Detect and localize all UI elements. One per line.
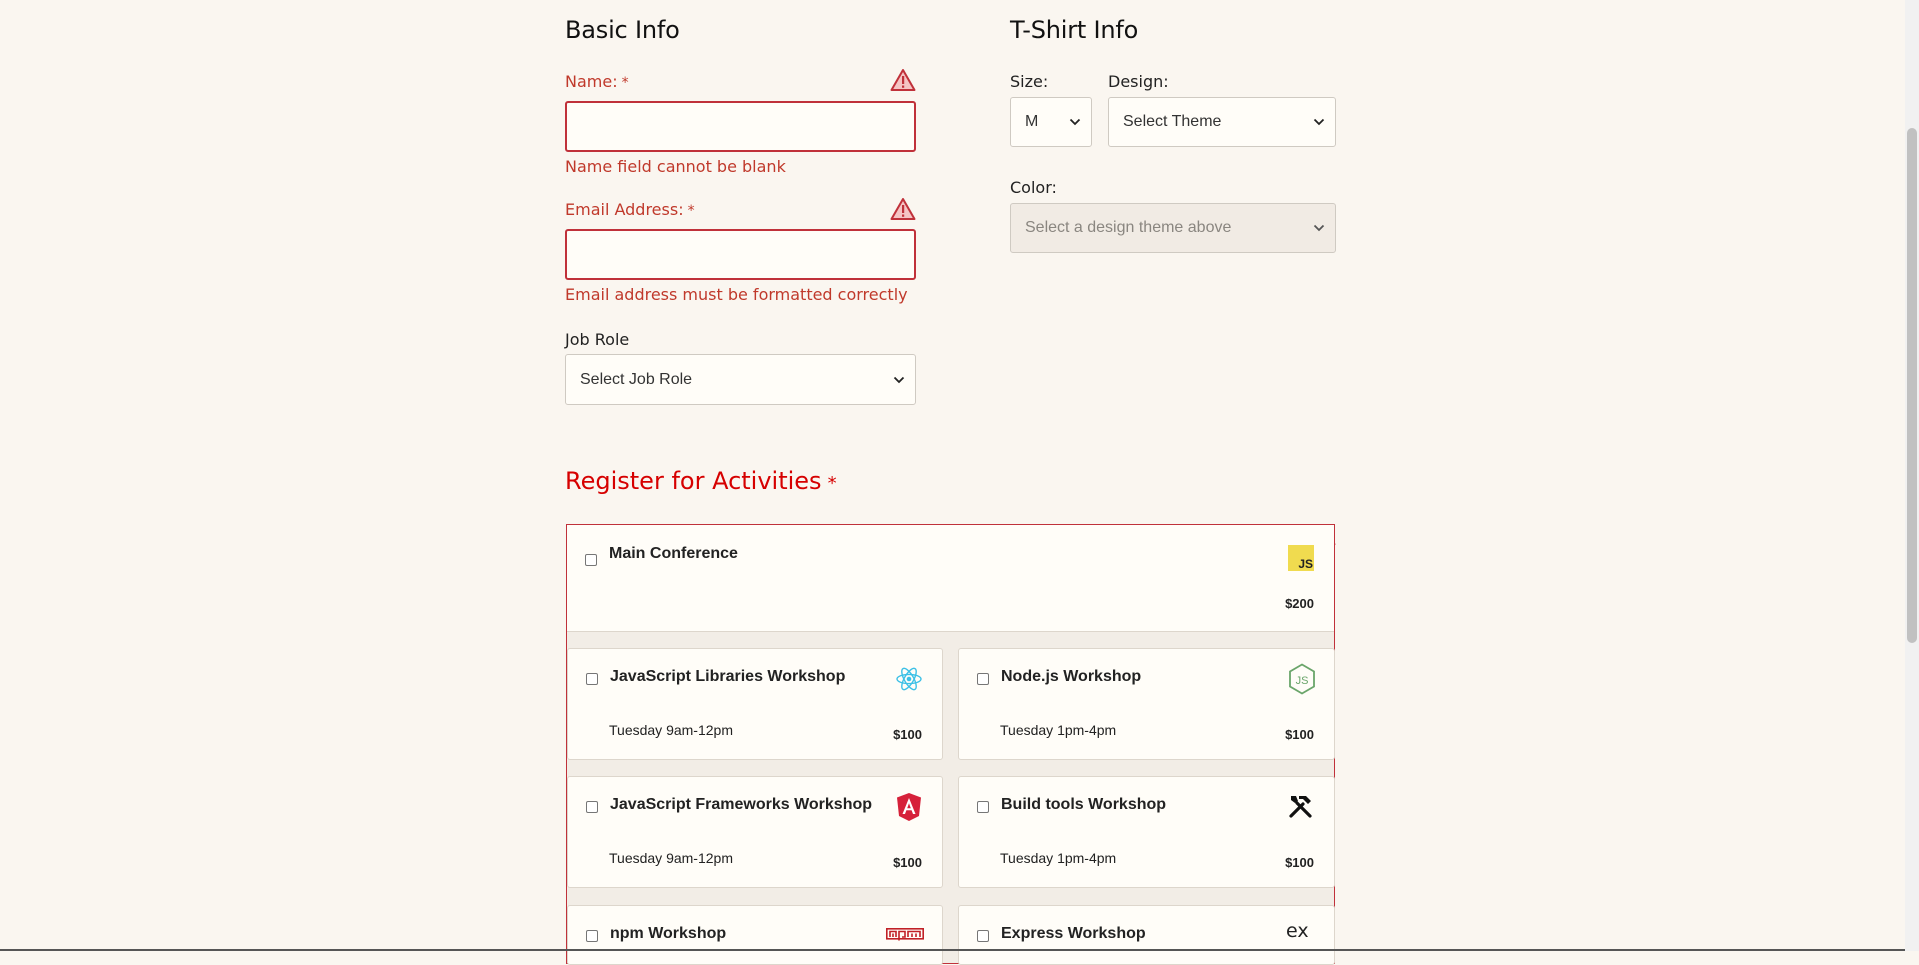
name-input[interactable]	[565, 101, 916, 152]
chevron-down-icon	[1313, 118, 1325, 126]
activity-checkbox[interactable]	[977, 673, 989, 685]
activity-card-js-frameworks[interactable]: JavaScript Frameworks Workshop Tuesday 9…	[567, 776, 943, 888]
scrollbar-thumb[interactable]	[1907, 128, 1917, 643]
svg-text:ex: ex	[1286, 920, 1309, 942]
color-selected-value: Select a design theme above	[1025, 219, 1232, 236]
activity-name: Build tools Workshop	[1001, 796, 1167, 813]
activity-name: npm Workshop	[610, 925, 727, 942]
activity-checkbox[interactable]	[977, 930, 989, 942]
name-error-message: Name field cannot be blank	[565, 157, 786, 176]
activity-card-express[interactable]: Express Workshop ex	[958, 905, 1335, 965]
react-icon	[896, 667, 922, 691]
activity-name: JavaScript Frameworks Workshop	[610, 796, 873, 813]
activity-name: Express Workshop	[1001, 925, 1146, 942]
email-warning-icon	[890, 198, 916, 220]
activity-checkbox[interactable]	[977, 801, 989, 813]
email-error-message: Email address must be formatted correctl…	[565, 285, 908, 304]
npm-icon	[886, 928, 924, 941]
chevron-down-icon	[1069, 118, 1081, 126]
build-tools-icon	[1289, 796, 1312, 818]
activity-card-build-tools[interactable]: Build tools Workshop Tuesday 1pm-4pm $10…	[958, 776, 1335, 888]
color-label: Color:	[1010, 178, 1057, 197]
activity-name: Main Conference	[609, 545, 738, 562]
activity-cost: $100	[893, 727, 922, 742]
tshirt-info-heading: T-Shirt Info	[1010, 16, 1139, 44]
activity-name: JavaScript Libraries Workshop	[610, 668, 846, 685]
design-label: Design:	[1108, 72, 1169, 91]
color-select[interactable]: Select a design theme above	[1010, 203, 1336, 253]
activity-cost: $100	[1285, 855, 1314, 870]
activity-card-main-conference[interactable]: Main Conference $200 JS	[567, 525, 1334, 632]
express-icon: ex	[1286, 920, 1309, 942]
nodejs-icon: JS	[1289, 663, 1315, 695]
svg-text:JS: JS	[1296, 675, 1309, 687]
activity-time: Tuesday 9am-12pm	[609, 850, 733, 866]
job-role-select[interactable]: Select Job Role	[565, 354, 916, 405]
activity-time: Tuesday 9am-12pm	[609, 722, 733, 738]
activity-checkbox[interactable]	[586, 801, 598, 813]
svg-text:JS: JS	[1298, 557, 1313, 571]
design-selected-value: Select Theme	[1123, 113, 1222, 130]
size-label: Size:	[1010, 72, 1049, 91]
activity-time: Tuesday 1pm-4pm	[1000, 722, 1117, 738]
page-scrollbar[interactable]	[1905, 0, 1919, 951]
design-select[interactable]: Select Theme	[1108, 97, 1336, 147]
activity-checkbox[interactable]	[586, 673, 598, 685]
activity-cost: $100	[1285, 727, 1314, 742]
email-label: Email Address: *	[565, 200, 695, 219]
size-selected-value: M	[1025, 113, 1039, 130]
email-input[interactable]	[565, 229, 916, 280]
chevron-down-icon	[1313, 224, 1325, 232]
activity-card-js-libraries[interactable]: JavaScript Libraries Workshop Tuesday 9a…	[567, 648, 943, 760]
basic-info-heading: Basic Info	[565, 16, 680, 44]
activity-card-nodejs[interactable]: Node.js Workshop Tuesday 1pm-4pm $100 JS	[958, 648, 1335, 760]
activity-name: Node.js Workshop	[1001, 668, 1142, 685]
job-role-selected-value: Select Job Role	[580, 370, 693, 388]
angular-icon	[897, 793, 921, 821]
chevron-down-icon	[893, 376, 905, 383]
activity-checkbox[interactable]	[585, 554, 597, 566]
name-label: Name: *	[565, 72, 629, 91]
size-select[interactable]: M	[1010, 97, 1092, 147]
job-role-label: Job Role	[565, 330, 630, 349]
javascript-icon: JS	[1288, 545, 1314, 571]
activity-time: Tuesday 1pm-4pm	[1000, 850, 1117, 866]
activities-heading: Register for Activities *	[565, 467, 837, 495]
activity-card-npm[interactable]: npm Workshop	[567, 905, 943, 965]
activity-cost: $200	[1285, 596, 1314, 611]
name-warning-icon	[890, 69, 916, 91]
activity-cost: $100	[893, 855, 922, 870]
activity-checkbox[interactable]	[586, 930, 598, 942]
